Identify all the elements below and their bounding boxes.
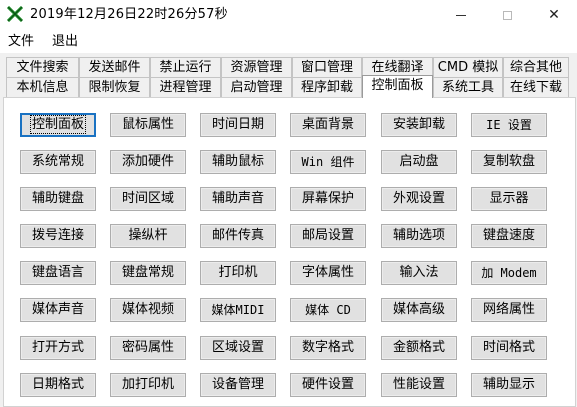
maximize-button[interactable] [484,0,530,30]
btn-system-general[interactable]: 系统常规 [20,150,96,174]
close-button[interactable]: ✕ [531,0,577,30]
menu-exit[interactable]: 退出 [50,33,80,51]
btn-keyboard-general[interactable]: 键盘常规 [110,261,186,285]
tab-local-info[interactable]: 本机信息 [6,77,79,97]
menu-bar: 文件 退出 [0,31,577,53]
tab-misc[interactable]: 综合其他 [503,57,569,77]
btn-dialup[interactable]: 拨号连接 [20,224,96,248]
btn-font-props[interactable]: 字体属性 [290,261,366,285]
btn-add-printer[interactable]: 加打印机 [110,373,186,397]
btn-media-video[interactable]: 媒体视频 [110,298,186,322]
btn-screensaver[interactable]: 屏幕保护 [290,187,366,211]
btn-startup-disk[interactable]: 启动盘 [381,150,457,174]
btn-add-remove[interactable]: 安装卸载 [381,113,457,137]
app-icon [7,6,23,22]
btn-ie-settings[interactable]: IE 设置 [471,113,547,137]
btn-performance[interactable]: 性能设置 [381,373,457,397]
tab-send-mail[interactable]: 发送邮件 [79,57,150,77]
tab-control-panel[interactable]: 控制面板 [362,75,433,98]
minimize-button[interactable] [438,0,484,30]
btn-keyboard-language[interactable]: 键盘语言 [20,261,96,285]
btn-time-zone[interactable]: 时间区域 [110,187,186,211]
window-title: 2019年12月26日22时26分57秒 [30,7,228,22]
tab-file-search[interactable]: 文件搜索 [6,57,79,77]
btn-access-display[interactable]: 辅助显示 [471,373,547,397]
tab-system-tools[interactable]: 系统工具 [433,77,503,97]
btn-date-time[interactable]: 时间日期 [200,113,276,137]
menu-file[interactable]: 文件 [6,33,36,51]
tab-online-translate[interactable]: 在线翻译 [362,57,433,77]
tab-uninstall[interactable]: 程序卸载 [292,77,362,97]
title-bar: 2019年12月26日22时26分57秒 ✕ [0,0,577,32]
btn-date-format[interactable]: 日期格式 [20,373,96,397]
btn-keyboard-speed[interactable]: 键盘速度 [471,224,547,248]
btn-desktop-bg[interactable]: 桌面背景 [290,113,366,137]
btn-input-method[interactable]: 输入法 [381,261,457,285]
btn-copy-floppy[interactable]: 复制软盘 [471,150,547,174]
btn-appearance[interactable]: 外观设置 [381,187,457,211]
btn-network-props[interactable]: 网络属性 [471,298,547,322]
tab-startup-mgr[interactable]: 启动管理 [221,77,292,97]
tab-online-download[interactable]: 在线下载 [503,77,569,97]
control-panel-page: 控制面板 鼠标属性 时间日期 桌面背景 安装卸载 IE 设置 系统常规 添加硬件… [3,97,576,407]
btn-media-cd[interactable]: 媒体 CD [290,298,366,322]
btn-media-sound[interactable]: 媒体声音 [20,298,96,322]
btn-number-format[interactable]: 数字格式 [290,336,366,360]
btn-win-components[interactable]: Win 组件 [290,150,366,174]
tab-resource-mgr[interactable]: 资源管理 [221,57,292,77]
maximize-icon [502,10,512,20]
btn-add-hardware[interactable]: 添加硬件 [110,150,186,174]
btn-media-advanced[interactable]: 媒体高级 [381,298,457,322]
btn-password-props[interactable]: 密码属性 [110,336,186,360]
close-icon: ✕ [548,7,560,23]
btn-currency-format[interactable]: 金额格式 [381,336,457,360]
btn-mouse-props[interactable]: 鼠标属性 [110,113,186,137]
btn-access-sound[interactable]: 辅助声音 [200,187,276,211]
btn-add-modem[interactable]: 加 Modem [471,261,547,285]
btn-region-settings[interactable]: 区域设置 [200,336,276,360]
btn-access-options[interactable]: 辅助选项 [381,224,457,248]
btn-time-format[interactable]: 时间格式 [471,336,547,360]
btn-printer[interactable]: 打印机 [200,261,276,285]
tab-window-mgr[interactable]: 窗口管理 [292,57,362,77]
btn-open-with[interactable]: 打开方式 [20,336,96,360]
btn-mail-fax[interactable]: 邮件传真 [200,224,276,248]
btn-media-midi[interactable]: 媒体MIDI [200,298,276,322]
btn-control-panel[interactable]: 控制面板 [20,113,96,137]
btn-device-manager[interactable]: 设备管理 [200,373,276,397]
tab-block-run[interactable]: 禁止运行 [150,57,221,77]
btn-access-keyboard[interactable]: 辅助键盘 [20,187,96,211]
btn-joystick[interactable]: 操纵杆 [110,224,186,248]
minimize-icon [456,14,466,16]
btn-hardware-settings[interactable]: 硬件设置 [290,373,366,397]
btn-access-mouse[interactable]: 辅助鼠标 [200,150,276,174]
tab-restrict-restore[interactable]: 限制恢复 [79,77,150,97]
tab-process-mgr[interactable]: 进程管理 [150,77,221,97]
btn-post-office[interactable]: 邮局设置 [290,224,366,248]
tab-cmd-sim[interactable]: CMD 模拟 [433,57,503,77]
btn-display[interactable]: 显示器 [471,187,547,211]
